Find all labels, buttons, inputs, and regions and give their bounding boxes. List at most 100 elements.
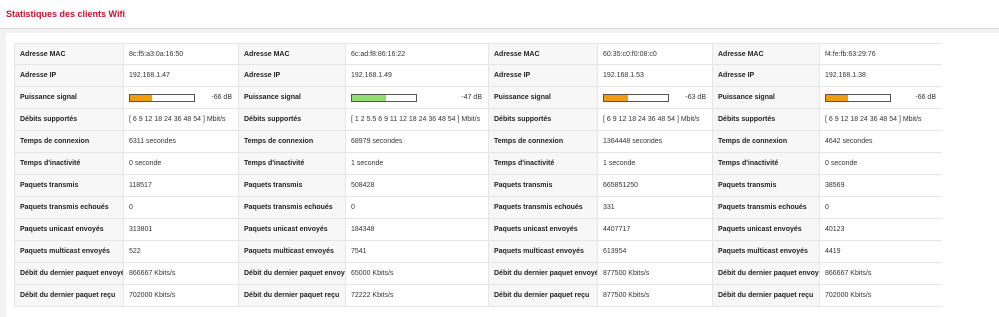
signal-bar-fill: [826, 94, 848, 101]
stat-label: Débits supportés: [712, 109, 820, 130]
stat-value-last-rx: 702000 Kbits/s: [825, 292, 872, 299]
stat-row-rates: Débits supportés [ 1 2 5.5 6 9 11 12 18 2…: [238, 109, 488, 131]
signal-bar: [129, 93, 195, 102]
stat-row-unicast: Paquets unicast envoyés 4407717: [488, 219, 712, 241]
stat-row-tx-failed: Paquets transmis echoués 331: [488, 197, 712, 219]
signal-bar-fill: [604, 94, 628, 101]
stat-label: Adresse IP: [712, 65, 820, 86]
stat-label: Temps de connexion: [238, 131, 346, 152]
stat-row-conn: Temps de connexion 1364448 secondes: [488, 131, 712, 153]
stat-value-mac: f4:fe:fb:63:29:76: [825, 51, 876, 58]
stat-row-rates: Débits supportés [ 6 9 12 18 24 36 48 54 …: [14, 109, 238, 131]
stat-row-idle: Temps d'inactivité 1 seconde: [238, 153, 488, 175]
stat-row-idle: Temps d'inactivité 1 seconde: [488, 153, 712, 175]
stat-value-last-tx: 65000 Kbits/s: [351, 270, 394, 277]
stat-label: Temps de connexion: [488, 131, 598, 152]
stat-row-mac: Adresse MAC 60:35:c0:f0:08:c0: [488, 43, 712, 65]
stat-value-unicast: 4407717: [603, 226, 631, 233]
stat-label: Temps de connexion: [14, 131, 124, 152]
stat-row-unicast: Paquets unicast envoyés 313801: [14, 219, 238, 241]
stat-label: Temps d'inactivité: [488, 153, 598, 174]
stat-value-ip: 192.168.1.47: [129, 72, 170, 79]
stat-label: Paquets transmis: [14, 175, 124, 196]
signal-bar-fill: [352, 94, 386, 101]
stat-row-rates: Débits supportés [ 6 9 12 18 24 36 48 54 …: [712, 109, 942, 131]
page-title: Statistiques des clients Wifi: [6, 9, 125, 19]
stat-label: Puissance signal: [238, 87, 346, 108]
stat-label: Paquets transmis: [712, 175, 820, 196]
signal-strength: -66 dB: [124, 87, 238, 108]
stat-value-rates: [ 6 9 12 18 24 36 48 54 ] Mbit/s: [129, 116, 226, 123]
stat-row-mac: Adresse MAC f4:fe:fb:63:29:76: [712, 43, 942, 65]
stat-value-conn: 6311 secondes: [129, 138, 176, 145]
stat-value-rates: [ 6 9 12 18 24 36 48 54 ] Mbit/s: [825, 116, 922, 123]
stat-value-last-tx: 877500 Kbits/s: [603, 270, 650, 277]
stat-value-mac: 8c:f5:a3:0a:16:50: [129, 51, 184, 58]
stat-row-ip: Adresse IP 192.168.1.38: [712, 65, 942, 87]
stat-row-last-rx: Débit du dernier paquet reçu 877500 Kbits…: [488, 285, 712, 307]
stat-row-last-rx: Débit du dernier paquet reçu 702000 Kbits…: [14, 285, 238, 307]
stat-row-multicast: Paquets multicast envoyés 4419: [712, 241, 942, 263]
stat-row-tx-failed: Paquets transmis echoués 0: [238, 197, 488, 219]
stat-row-signal: Puissance signal -66 dB: [14, 87, 238, 109]
stat-label: Adresse IP: [14, 65, 124, 86]
stat-row-multicast: Paquets multicast envoyés 522: [14, 241, 238, 263]
stat-row-tx: Paquets transmis 118517: [14, 175, 238, 197]
stat-label: Débits supportés: [238, 109, 346, 130]
stat-label: Paquets unicast envoyés: [238, 219, 346, 240]
stat-value-multicast: 7541: [351, 248, 367, 255]
stat-label: Adresse IP: [488, 65, 598, 86]
stat-label: Temps d'inactivité: [238, 153, 346, 174]
client-column-1: Adresse MAC 8c:f5:a3:0a:16:50 Adresse IP 19…: [14, 43, 238, 307]
signal-strength: -66 dB: [820, 87, 942, 108]
stat-label: Temps d'inactivité: [14, 153, 124, 174]
stat-value-tx: 38569: [825, 182, 845, 189]
stat-label: Paquets transmis echoués: [712, 197, 820, 218]
stat-label: Débit du dernier paquet reçu: [488, 285, 598, 306]
stat-label: Puissance signal: [14, 87, 124, 108]
stat-row-unicast: Paquets unicast envoyés 184348: [238, 219, 488, 241]
stat-row-mac: Adresse MAC 8c:f5:a3:0a:16:50: [14, 43, 238, 65]
stat-row-last-rx: Débit du dernier paquet reçu 72222 Kbits/…: [238, 285, 488, 307]
stat-value-unicast: 313801: [129, 226, 153, 233]
stat-value-mac: 6c:ad:f8:86:16:22: [351, 51, 406, 58]
stat-label: Temps d'inactivité: [712, 153, 820, 174]
stat-row-last-tx: Débit du dernier paquet envoyé 877500 Kbi…: [488, 263, 712, 285]
stat-label: Débits supportés: [488, 109, 598, 130]
stat-row-multicast: Paquets multicast envoyés 613954: [488, 241, 712, 263]
stat-label: Temps de connexion: [712, 131, 820, 152]
stat-label: Puissance signal: [488, 87, 598, 108]
stat-row-tx: Paquets transmis 508428: [238, 175, 488, 197]
stat-row-tx-failed: Paquets transmis echoués 0: [712, 197, 942, 219]
signal-bar: [825, 93, 891, 102]
stat-row-last-tx: Débit du dernier paquet envoyé 866667 Kbi…: [712, 263, 942, 285]
stats-panel: Adresse MAC 8c:f5:a3:0a:16:50 Adresse IP 19…: [6, 33, 999, 317]
stat-label: Adresse MAC: [488, 44, 598, 64]
stat-value-idle: 0 seconde: [129, 160, 162, 167]
stat-value-multicast: 522: [129, 248, 141, 255]
signal-bar-fill: [130, 94, 152, 101]
stat-label: Adresse MAC: [238, 44, 346, 64]
stat-value-last-tx: 866667 Kbits/s: [129, 270, 176, 277]
signal-strength: -63 dB: [598, 87, 712, 108]
stat-value-mac: 60:35:c0:f0:08:c0: [603, 51, 657, 58]
stat-value-idle: 0 seconde: [825, 160, 858, 167]
stat-label: Débit du dernier paquet envoyé: [712, 263, 820, 284]
stat-value-unicast: 184348: [351, 226, 375, 233]
stat-value-conn: 1364448 secondes: [603, 138, 663, 145]
stat-row-tx: Paquets transmis 38569: [712, 175, 942, 197]
stat-value-unicast: 40123: [825, 226, 845, 233]
stat-label: Paquets transmis: [488, 175, 598, 196]
stat-value-multicast: 613954: [603, 248, 627, 255]
stat-row-conn: Temps de connexion 68979 secondes: [238, 131, 488, 153]
signal-bar: [351, 93, 417, 102]
stat-row-last-rx: Débit du dernier paquet reçu 702000 Kbits…: [712, 285, 942, 307]
stat-value-last-rx: 702000 Kbits/s: [129, 292, 176, 299]
stat-value-last-rx: 877500 Kbits/s: [603, 292, 650, 299]
stat-label: Débit du dernier paquet reçu: [14, 285, 124, 306]
stat-label: Paquets unicast envoyés: [712, 219, 820, 240]
stat-row-unicast: Paquets unicast envoyés 40123: [712, 219, 942, 241]
stat-value-rates: [ 1 2 5.5 6 9 11 12 18 24 36 48 54 ] Mbi…: [351, 116, 481, 123]
signal-db-value: -47 dB: [461, 94, 482, 101]
stat-row-conn: Temps de connexion 4642 secondes: [712, 131, 942, 153]
